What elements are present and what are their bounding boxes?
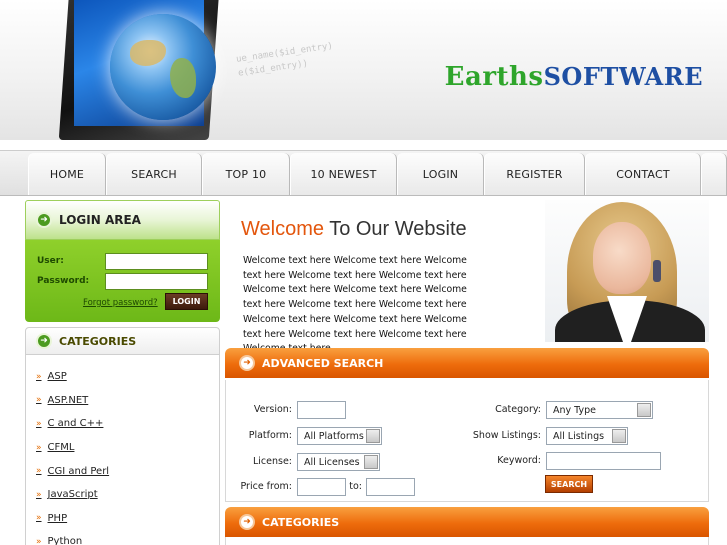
- site-logo[interactable]: EarthsSOFTWARE: [445, 62, 703, 92]
- site-header: ue_name($id_entry) e($id_entry)) EarthsS…: [0, 0, 727, 140]
- main-navigation: HOME SEARCH TOP 10 10 NEWEST LOGIN REGIS…: [0, 150, 727, 196]
- password-label: Password:: [37, 276, 90, 286]
- user-label: User:: [37, 256, 64, 266]
- dropdown-arrow-icon: [637, 403, 651, 417]
- category-item-c-cpp[interactable]: » C and C++: [26, 412, 219, 436]
- category-item-aspnet[interactable]: » ASP.NET: [26, 389, 219, 413]
- arrow-circle-icon: ➜: [36, 333, 52, 349]
- category-label: CGI and Perl: [47, 465, 110, 477]
- welcome-heading-rest: To Our Website: [324, 218, 467, 240]
- nav-contact[interactable]: CONTACT: [585, 153, 701, 195]
- customer-support-photo: [545, 200, 709, 342]
- price-to-input[interactable]: [366, 478, 415, 496]
- sidebar-categories-title: CATEGORIES: [59, 334, 137, 348]
- arrow-right-icon: »: [36, 466, 42, 477]
- category-label: ASP: [47, 371, 67, 383]
- license-select[interactable]: All Licenses: [297, 453, 380, 471]
- price-from-label: Price from:: [240, 481, 292, 492]
- version-label: Version:: [253, 404, 292, 415]
- arrow-right-icon: »: [36, 371, 42, 382]
- logo-text-software: SOFTWARE: [543, 62, 703, 91]
- arrow-right-icon: »: [36, 418, 42, 429]
- search-button[interactable]: SEARCH: [545, 475, 593, 493]
- arrow-circle-icon: ➜: [239, 514, 255, 530]
- category-item-php[interactable]: » PHP: [26, 507, 219, 531]
- globe-land-graphic: [170, 58, 196, 98]
- arrow-right-icon: »: [36, 513, 42, 524]
- nav-home[interactable]: HOME: [28, 153, 106, 195]
- license-select-value: All Licenses: [304, 456, 360, 468]
- category-item-python[interactable]: » Python: [26, 530, 219, 545]
- category-label: CFML: [47, 442, 75, 454]
- category-item-javascript[interactable]: » JavaScript: [26, 483, 219, 507]
- login-area-title: LOGIN AREA: [59, 213, 141, 227]
- category-label: Category:: [495, 404, 541, 415]
- keyword-label: Keyword:: [497, 455, 541, 466]
- nav-top10[interactable]: TOP 10: [202, 153, 290, 195]
- category-select[interactable]: Any Type: [546, 401, 653, 419]
- user-input[interactable]: [105, 253, 208, 270]
- code-background-graphic: ue_name($id_entry) e($id_entry)): [235, 28, 424, 132]
- left-sidebar: ➜ LOGIN AREA User: Password: Forgot pass…: [25, 200, 220, 545]
- category-label: Python: [47, 536, 83, 545]
- advanced-search-header: ➜ ADVANCED SEARCH: [225, 348, 709, 378]
- dropdown-arrow-icon: [366, 429, 380, 443]
- arrow-right-icon: »: [36, 489, 42, 500]
- welcome-heading-highlight: Welcome: [241, 218, 324, 240]
- sidebar-categories-header: ➜ CATEGORIES: [25, 327, 220, 355]
- category-label: ASP.NET: [47, 394, 89, 406]
- platform-label: Platform:: [248, 430, 292, 441]
- logo-text-earths: Earths: [444, 62, 544, 92]
- forgot-password-link[interactable]: Forgot password?: [83, 298, 158, 308]
- welcome-heading: Welcome To Our Website: [241, 218, 467, 241]
- advanced-search-title: ADVANCED SEARCH: [262, 356, 384, 370]
- arrow-right-icon: »: [36, 395, 42, 406]
- arrow-right-icon: »: [36, 442, 42, 453]
- nav-extra-tab: [701, 153, 727, 195]
- arrow-circle-icon: ➜: [36, 212, 52, 228]
- main-categories-title: CATEGORIES: [262, 515, 340, 529]
- arrow-right-icon: »: [36, 536, 42, 545]
- category-label: PHP: [47, 512, 68, 524]
- price-to-label: to:: [349, 481, 362, 492]
- category-select-value: Any Type: [553, 404, 596, 416]
- photo-face-shape: [593, 222, 651, 294]
- nav-10-newest[interactable]: 10 NEWEST: [290, 153, 397, 195]
- password-input[interactable]: [105, 273, 208, 290]
- main-categories-body: [225, 537, 709, 545]
- platform-select[interactable]: All Platforms: [297, 427, 382, 445]
- nav-register[interactable]: REGISTER: [484, 153, 585, 195]
- login-area-header: ➜ LOGIN AREA: [25, 200, 220, 240]
- show-listings-select-value: All Listings: [553, 430, 605, 442]
- main-categories-header: ➜ CATEGORIES: [225, 507, 709, 537]
- login-button[interactable]: LOGIN: [165, 293, 208, 310]
- platform-select-value: All Platforms: [304, 430, 364, 442]
- login-form: User: Password: Forgot password? LOGIN: [25, 240, 220, 322]
- category-list: » ASP » ASP.NET » C and C++ » CFML » CGI and …: [25, 355, 220, 545]
- globe-graphic: [110, 14, 216, 120]
- nav-login[interactable]: LOGIN: [397, 153, 484, 195]
- show-listings-label: Show Listings:: [472, 430, 541, 441]
- category-item-cgi-perl[interactable]: » CGI and Perl: [26, 459, 219, 483]
- nav-search[interactable]: SEARCH: [106, 153, 202, 195]
- arrow-circle-icon: ➜: [239, 355, 255, 371]
- price-from-input[interactable]: [297, 478, 346, 496]
- category-label: JavaScript: [47, 489, 98, 501]
- headset-icon: [653, 260, 661, 282]
- category-item-asp[interactable]: » ASP: [26, 365, 219, 389]
- dropdown-arrow-icon: [364, 455, 378, 469]
- welcome-text: Welcome text here Welcome text here Welc…: [243, 255, 467, 354]
- show-listings-select[interactable]: All Listings: [546, 427, 628, 445]
- license-label: License:: [252, 456, 292, 467]
- category-label: C and C++: [47, 418, 104, 430]
- category-item-cfml[interactable]: » CFML: [26, 436, 219, 460]
- keyword-input[interactable]: [546, 452, 661, 470]
- dropdown-arrow-icon: [612, 429, 626, 443]
- version-input[interactable]: [297, 401, 346, 419]
